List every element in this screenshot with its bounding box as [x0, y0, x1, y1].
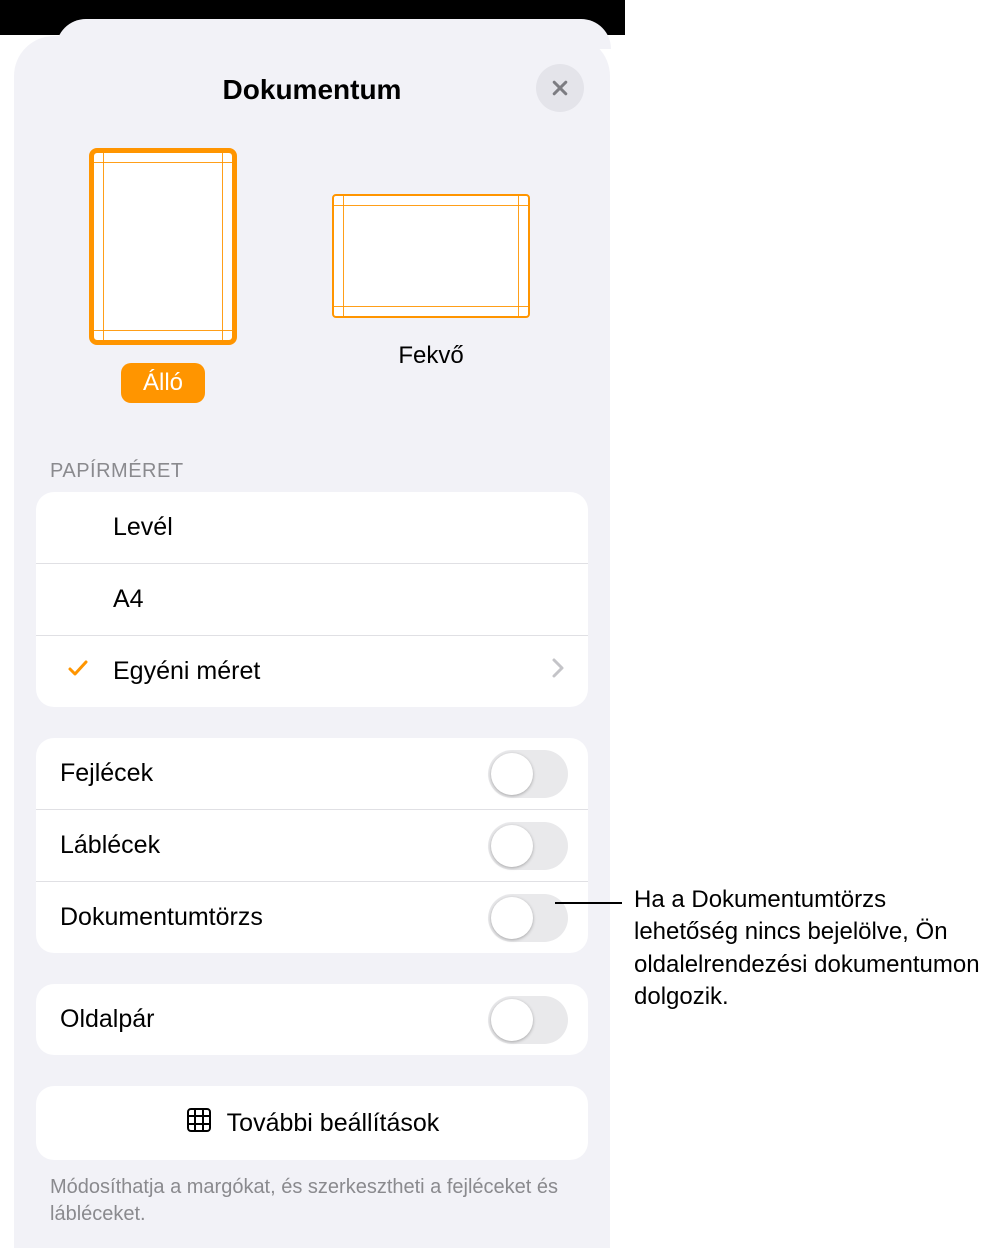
document-body-row: Dokumentumtörzs — [36, 881, 588, 953]
headers-toggle[interactable] — [488, 750, 568, 798]
more-settings-label: További beállítások — [227, 1109, 440, 1138]
portrait-thumbnail — [89, 148, 237, 345]
paper-size-option-label: Levél — [113, 513, 173, 542]
headers-label: Fejlécek — [60, 759, 153, 788]
facing-pages-label: Oldalpár — [60, 1005, 155, 1034]
facing-pages-row: Oldalpár — [36, 984, 588, 1055]
close-button[interactable] — [536, 64, 584, 112]
document-settings-sheet: Dokumentum Álló — [14, 36, 610, 1248]
grid-icon — [185, 1106, 213, 1141]
document-options-list: Fejlécek Láblécek Dokumentumtörzs — [36, 738, 588, 953]
paper-size-option-label: A4 — [113, 585, 144, 614]
portrait-label: Álló — [121, 363, 205, 403]
paper-size-option-label: Egyéni méret — [113, 657, 260, 686]
callout-leader-line — [555, 902, 622, 904]
paper-size-list: Levél A4 Egyéni méret — [36, 492, 588, 707]
more-settings-button[interactable]: További beállítások — [36, 1086, 588, 1160]
orientation-portrait[interactable]: Álló — [78, 148, 248, 403]
footers-toggle[interactable] — [488, 822, 568, 870]
paper-size-section-label: PAPÍRMÉRET — [50, 460, 184, 483]
checkmark-icon — [66, 656, 90, 687]
paper-size-letter[interactable]: Levél — [36, 492, 588, 563]
orientation-selector: Álló Fekvő — [14, 148, 610, 418]
paper-size-custom[interactable]: Egyéni méret — [36, 635, 588, 707]
landscape-label: Fekvő — [376, 336, 485, 376]
facing-pages-list: Oldalpár — [36, 984, 588, 1055]
footers-row: Láblécek — [36, 809, 588, 881]
document-body-toggle[interactable] — [488, 894, 568, 942]
landscape-thumbnail — [332, 194, 530, 318]
footer-hint-text: Módosíthatja a margókat, és szerkeszthet… — [50, 1174, 570, 1228]
chevron-right-icon — [550, 657, 566, 686]
close-icon — [550, 78, 570, 98]
headers-row: Fejlécek — [36, 738, 588, 809]
sheet-title: Dokumentum — [14, 74, 610, 106]
footers-label: Láblécek — [60, 831, 160, 860]
paper-size-a4[interactable]: A4 — [36, 563, 588, 635]
facing-pages-toggle[interactable] — [488, 996, 568, 1044]
callout-text: Ha a Dokumentumtörzs lehetőség nincs bej… — [634, 884, 984, 1014]
document-body-label: Dokumentumtörzs — [60, 903, 263, 932]
orientation-landscape[interactable]: Fekvő — [306, 148, 556, 376]
